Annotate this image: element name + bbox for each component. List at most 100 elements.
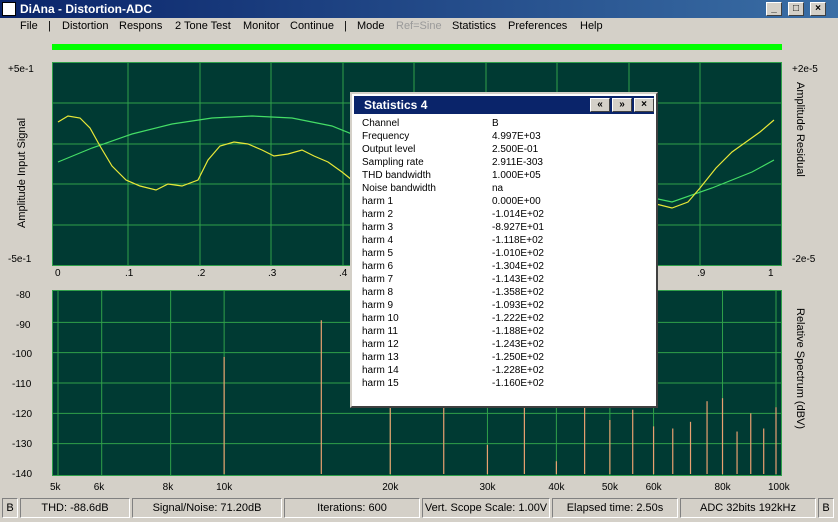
menu-file[interactable]: File (20, 20, 38, 32)
stat-value: -1.304E+02 (492, 261, 544, 272)
status-elapsed: Elapsed time: 2.50s (552, 498, 678, 518)
stat-value: -1.358E+02 (492, 287, 544, 298)
menu-separator: | (344, 20, 347, 32)
stat-row: harm 2 -1.014E+02 (362, 209, 652, 222)
stat-key: Noise bandwidth (362, 183, 436, 194)
stat-row: harm 3 -8.927E+01 (362, 222, 652, 235)
top-x-tick: .1 (125, 268, 134, 279)
stat-value: -8.927E+01 (492, 222, 544, 233)
stat-value: -1.014E+02 (492, 209, 544, 220)
stat-value: -1.243E+02 (492, 339, 544, 350)
status-channel-right: B (818, 498, 834, 518)
spectrum-x-tick: 20k (382, 482, 399, 493)
status-vscale: Vert. Scope Scale: 1.00V (422, 498, 550, 518)
stat-row: Output level 2.500E-01 (362, 144, 652, 157)
spectrum-x-tick: 5k (50, 482, 61, 493)
menu-mode[interactable]: Mode (357, 20, 385, 32)
window-title: DiAna - Distortion-ADC (20, 2, 152, 16)
stat-key: harm 1 (362, 196, 394, 207)
spectrum-x-tick: 30k (479, 482, 496, 493)
stat-value: -1.250E+02 (492, 352, 544, 363)
previous-button[interactable]: « (590, 98, 610, 112)
status-channel-left: B (2, 498, 18, 518)
top-left-axis-label: Amplitude Input Signal (16, 117, 28, 228)
status-bar: B THD: -88.6dB Signal/Noise: 71.20dB Ite… (0, 498, 838, 518)
spectrum-x-tick: 10k (216, 482, 233, 493)
top-x-tick: .4 (339, 268, 348, 279)
stat-row: harm 14 -1.228E+02 (362, 365, 652, 378)
stat-key: harm 2 (362, 209, 394, 220)
title-bar: DiAna - Distortion-ADC _ □ × (0, 0, 838, 18)
stat-key: harm 9 (362, 300, 394, 311)
menu-help[interactable]: Help (580, 20, 603, 32)
status-adc: ADC 32bits 192kHz (680, 498, 816, 518)
stat-row: harm 6 -1.304E+02 (362, 261, 652, 274)
top-x-tick: 0 (55, 268, 61, 279)
stat-row: harm 8 -1.358E+02 (362, 287, 652, 300)
stat-row: harm 4 -1.118E+02 (362, 235, 652, 248)
spectrum-x-tick: 100k (768, 482, 790, 493)
next-button[interactable]: » (612, 98, 632, 112)
bottom-y-tick: -140 (12, 469, 33, 480)
menu-distortion[interactable]: Distortion (62, 20, 108, 32)
menu-ref-sine[interactable]: Ref=Sine (396, 20, 442, 32)
top-x-tick: .3 (268, 268, 277, 279)
stat-value: na (492, 183, 504, 194)
stat-value: -1.143E+02 (492, 274, 544, 285)
bottom-y-tick: -110 (12, 379, 32, 390)
top-y-left-min: -5e-1 (8, 254, 32, 265)
close-dialog-button[interactable]: × (634, 98, 654, 112)
menu-2-tone-test[interactable]: 2 Tone Test (175, 20, 231, 32)
stat-row: harm 11 -1.188E+02 (362, 326, 652, 339)
stat-key: Sampling rate (362, 157, 424, 168)
stat-key: harm 12 (362, 339, 399, 350)
top-y-right-min: -2e-5 (792, 254, 816, 265)
spectrum-x-tick: 40k (548, 482, 565, 493)
stat-row: harm 9 -1.093E+02 (362, 300, 652, 313)
bottom-y-tick: -90 (16, 320, 31, 331)
stat-key: harm 4 (362, 235, 394, 246)
statistics-dialog-title: Statistics 4 (364, 98, 428, 112)
stat-value: 2.911E-303 (492, 157, 543, 168)
menu-respons[interactable]: Respons (119, 20, 162, 32)
stat-key: harm 7 (362, 274, 394, 285)
spectrum-x-tick: 8k (162, 482, 174, 493)
stat-value: -1.228E+02 (492, 365, 544, 376)
spectrum-x-tick: 50k (601, 482, 618, 493)
stat-row: harm 5 -1.010E+02 (362, 248, 652, 261)
bottom-y-tick: -80 (16, 290, 31, 301)
stat-row: harm 10 -1.222E+02 (362, 313, 652, 326)
stat-value: 4.997E+03 (492, 131, 541, 142)
menu-continue[interactable]: Continue (290, 20, 334, 32)
stat-key: harm 15 (362, 378, 399, 389)
statistics-dialog: Statistics 4 « » × Channel B Frequency 4.99… (350, 92, 658, 408)
stat-row: Noise bandwidth na (362, 183, 652, 196)
app-icon[interactable] (2, 2, 16, 16)
top-x-tick: .2 (197, 268, 206, 279)
stat-key: Frequency (362, 131, 410, 142)
stat-value: -1.222E+02 (492, 313, 544, 324)
stat-value: 2.500E-01 (492, 144, 539, 155)
stat-key: harm 13 (362, 352, 399, 363)
maximize-button[interactable]: □ (788, 2, 804, 16)
status-snr: Signal/Noise: 71.20dB (132, 498, 282, 518)
stat-row: harm 13 -1.250E+02 (362, 352, 652, 365)
stat-row: harm 1 0.000E+00 (362, 196, 652, 209)
menu-monitor[interactable]: Monitor (243, 20, 280, 32)
menu-preferences[interactable]: Preferences (508, 20, 567, 32)
stat-row: harm 15 -1.160E+02 (362, 378, 652, 391)
bottom-right-axis-label: Relative Spectrum (dBV) (794, 308, 806, 430)
bottom-y-tick: -130 (12, 439, 33, 450)
stat-key: Channel (362, 118, 400, 129)
stat-key: harm 11 (362, 326, 398, 337)
statistics-dialog-titlebar[interactable]: Statistics 4 « » × (354, 96, 654, 114)
top-x-tick: 1 (768, 268, 774, 279)
stat-row: harm 7 -1.143E+02 (362, 274, 652, 287)
close-button[interactable]: × (810, 2, 826, 16)
stat-value: -1.093E+02 (492, 300, 544, 311)
stat-key: harm 8 (362, 287, 394, 298)
menu-statistics[interactable]: Statistics (452, 20, 496, 32)
bottom-y-tick: -120 (12, 409, 33, 420)
minimize-button[interactable]: _ (766, 2, 782, 16)
status-iterations: Iterations: 600 (284, 498, 420, 518)
